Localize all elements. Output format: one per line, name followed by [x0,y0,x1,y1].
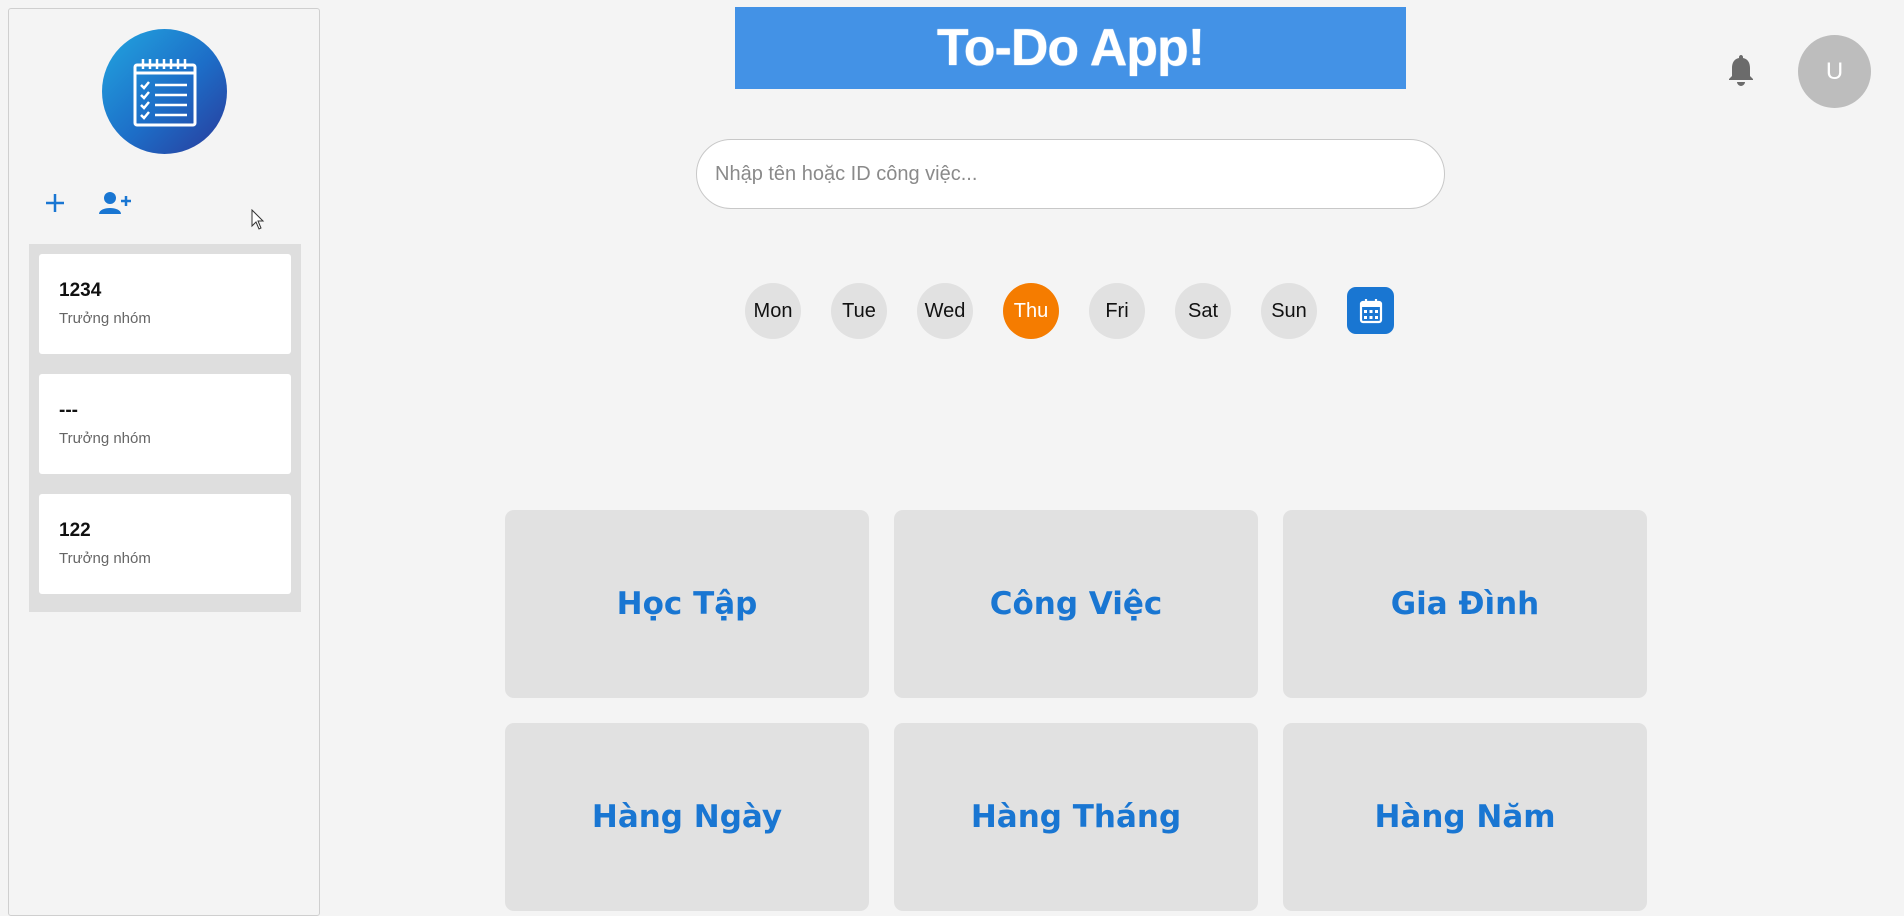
group-card[interactable]: --- Trưởng nhóm [39,374,291,474]
group-list: 1234 Trưởng nhóm --- Trưởng nhóm 122 Trư… [29,244,301,612]
group-role: Trưởng nhóm [59,310,151,327]
mouse-cursor-icon [251,209,265,230]
app-title: To-Do App! [936,19,1205,77]
group-name: 1234 [59,280,102,301]
category-label: Hàng Ngày [591,799,783,835]
user-avatar[interactable]: U [1798,35,1871,108]
day-fri[interactable]: Fri [1089,283,1145,339]
task-search-input[interactable] [696,139,1445,209]
day-sun[interactable]: Sun [1261,283,1317,339]
day-sat[interactable]: Sat [1175,283,1231,339]
category-label: Công Việc [989,586,1163,622]
notifications-button[interactable] [1726,53,1756,92]
day-tue[interactable]: Tue [831,283,887,339]
day-mon[interactable]: Mon [745,283,801,339]
add-user-icon [99,192,131,214]
category-hoc-tap[interactable]: Học Tập [505,510,869,698]
sidebar-actions [39,187,131,219]
app-title-banner: To-Do App! [735,7,1406,89]
category-hang-nam[interactable]: Hàng Năm [1283,723,1647,911]
add-group-button[interactable] [39,187,71,219]
notepad-logo-icon [133,58,196,126]
group-name: --- [59,400,78,421]
weekday-selector: Mon Tue Wed Thu Fri Sat Sun [745,283,1394,339]
category-hang-ngay[interactable]: Hàng Ngày [505,723,869,911]
plus-icon [46,194,64,212]
group-name: 122 [59,520,91,541]
day-wed[interactable]: Wed [917,283,973,339]
group-role: Trưởng nhóm [59,550,151,567]
calendar-button[interactable] [1347,287,1394,334]
category-cong-viec[interactable]: Công Việc [894,510,1258,698]
category-label: Gia Đình [1390,586,1540,622]
category-grid: Học Tập Công Việc Gia Đình Hàng Ngày Hàn… [505,510,1647,911]
bell-icon [1729,55,1753,86]
category-hang-thang[interactable]: Hàng Tháng [894,723,1258,911]
group-card[interactable]: 122 Trưởng nhóm [39,494,291,594]
calendar-icon [1359,298,1382,323]
category-label: Học Tập [616,586,758,622]
group-role: Trưởng nhóm [59,430,151,447]
category-label: Hàng Năm [1374,799,1556,835]
category-gia-dinh[interactable]: Gia Đình [1283,510,1647,698]
category-label: Hàng Tháng [970,799,1182,835]
sidebar: 1234 Trưởng nhóm --- Trưởng nhóm 122 Trư… [8,8,320,916]
group-card[interactable]: 1234 Trưởng nhóm [39,254,291,354]
app-logo [102,29,227,154]
day-thu[interactable]: Thu [1003,283,1059,339]
join-group-button[interactable] [99,187,131,219]
